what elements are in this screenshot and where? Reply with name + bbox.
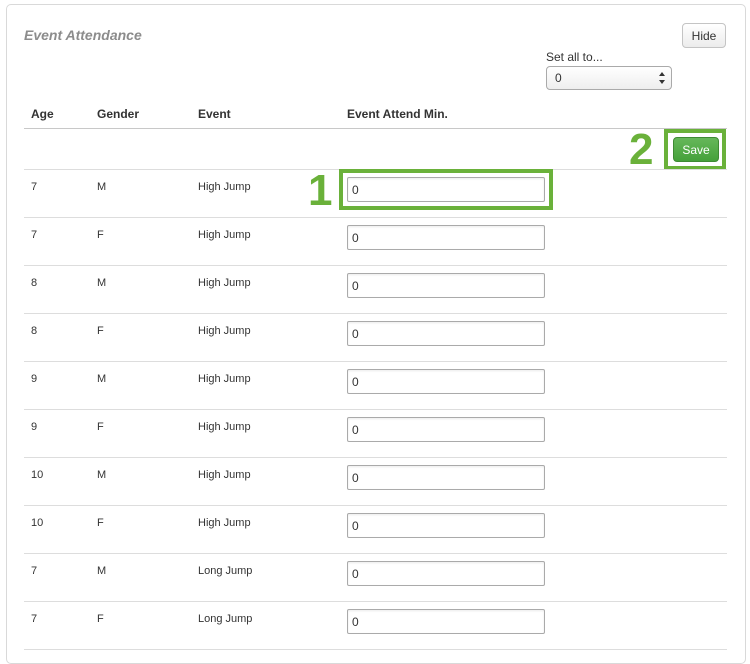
- table-row: 9 M High Jump 0: [0, 362, 750, 410]
- attend-min-input[interactable]: 0: [347, 321, 545, 346]
- header-divider: [24, 128, 727, 129]
- attend-min-input[interactable]: 0: [347, 369, 545, 394]
- table-row: 10 F High Jump 0: [0, 506, 750, 554]
- cell-event: High Jump: [198, 517, 251, 529]
- callout-number-2: 2: [629, 125, 654, 174]
- cell-event: High Jump: [198, 277, 251, 289]
- cell-gender: F: [97, 613, 104, 625]
- cell-event: High Jump: [198, 181, 251, 193]
- cell-age: 9: [31, 373, 38, 385]
- cell-event: High Jump: [198, 421, 251, 433]
- cell-age: 10: [31, 517, 44, 529]
- set-all-select[interactable]: 0: [546, 66, 672, 90]
- cell-event: High Jump: [198, 469, 251, 481]
- cell-age: 9: [31, 421, 38, 433]
- cell-event: Long Jump: [198, 613, 253, 625]
- callout-number-1: 1: [308, 166, 333, 215]
- cell-gender: F: [97, 229, 104, 241]
- set-all-value: 0: [555, 71, 562, 85]
- attend-min-input[interactable]: 0: [347, 561, 545, 586]
- cell-age: 7: [31, 181, 38, 193]
- attend-min-input[interactable]: 0: [347, 513, 545, 538]
- cell-gender: M: [97, 181, 107, 193]
- cell-age: 8: [31, 325, 38, 337]
- cell-age: 10: [31, 469, 44, 481]
- save-button[interactable]: Save: [673, 137, 719, 162]
- attend-min-input[interactable]: 0: [347, 273, 545, 298]
- cell-event: Long Jump: [198, 565, 253, 577]
- table-row: 8 F High Jump 0: [0, 314, 750, 362]
- cell-gender: M: [97, 373, 107, 385]
- attend-min-input[interactable]: 0: [347, 465, 545, 490]
- table-row: 8 M High Jump 0: [0, 266, 750, 314]
- column-header-attend-min: Event Attend Min.: [347, 107, 448, 121]
- cell-gender: F: [97, 325, 104, 337]
- callout-highlight-input: [339, 169, 553, 210]
- cell-gender: F: [97, 421, 104, 433]
- panel-title: Event Attendance: [24, 27, 142, 43]
- cell-gender: M: [97, 469, 107, 481]
- table-row: 7 M Long Jump 0: [0, 554, 750, 602]
- cell-gender: F: [97, 517, 104, 529]
- cell-age: 7: [31, 229, 38, 241]
- cell-event: High Jump: [198, 229, 251, 241]
- table-row: 10 M High Jump 0: [0, 458, 750, 506]
- attend-min-input[interactable]: 0: [347, 417, 545, 442]
- hide-button[interactable]: Hide: [682, 23, 726, 48]
- cell-gender: M: [97, 565, 107, 577]
- set-all-label: Set all to...: [546, 50, 603, 64]
- cell-event: High Jump: [198, 373, 251, 385]
- cell-event: High Jump: [198, 325, 251, 337]
- attend-min-input[interactable]: 0: [347, 609, 545, 634]
- table-row: 7 F High Jump 0: [0, 218, 750, 266]
- table-row: 7 F Long Jump 0: [0, 602, 750, 650]
- row-divider: [24, 649, 727, 650]
- column-header-gender: Gender: [97, 107, 140, 121]
- cell-gender: M: [97, 277, 107, 289]
- column-header-age: Age: [31, 107, 54, 121]
- table-row: 9 F High Jump 0: [0, 410, 750, 458]
- select-arrows-icon: [659, 72, 665, 84]
- cell-age: 8: [31, 277, 38, 289]
- cell-age: 7: [31, 613, 38, 625]
- cell-age: 7: [31, 565, 38, 577]
- attend-min-input[interactable]: 0: [347, 225, 545, 250]
- column-header-event: Event: [198, 107, 231, 121]
